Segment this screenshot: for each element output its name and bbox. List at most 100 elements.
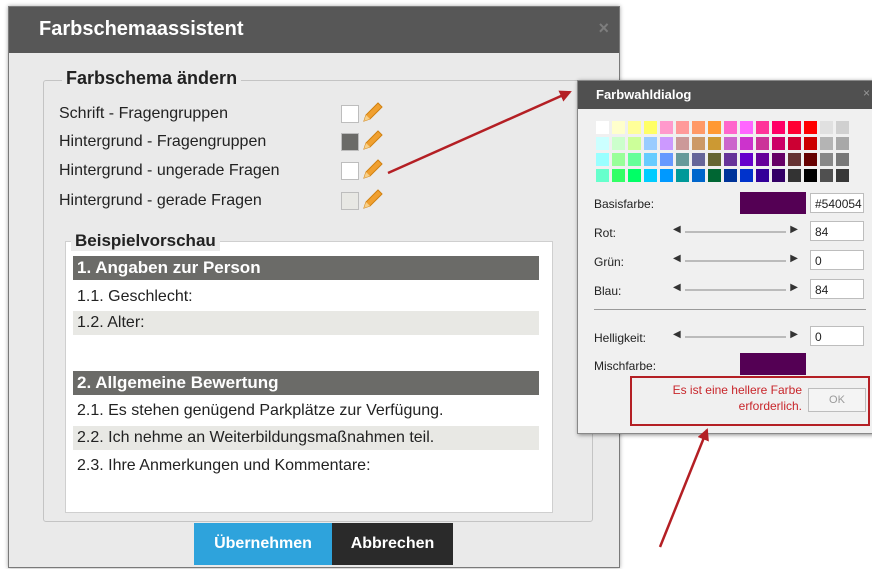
palette-cell[interactable]	[676, 153, 689, 166]
picker-titlebar[interactable]: Farbwahldialog ×	[578, 81, 872, 109]
palette-cell[interactable]	[612, 121, 625, 134]
pencil-icon[interactable]	[361, 187, 385, 211]
red-value-field[interactable]: 84	[810, 221, 864, 241]
palette-cell[interactable]	[724, 169, 737, 182]
base-color-swatch	[740, 192, 806, 214]
palette-cell[interactable]	[804, 153, 817, 166]
palette-cell[interactable]	[836, 153, 849, 166]
arrow-right-icon[interactable]: ▶	[790, 282, 798, 293]
palette-cell[interactable]	[788, 121, 801, 134]
palette-cell[interactable]	[628, 153, 641, 166]
palette-cell[interactable]	[644, 153, 657, 166]
palette-cell[interactable]	[644, 121, 657, 134]
arrow-left-icon[interactable]: ◀	[673, 329, 681, 340]
apply-button[interactable]: Übernehmen	[194, 523, 332, 565]
blue-slider[interactable]: ◀ ▶	[673, 279, 798, 299]
palette-cell[interactable]	[644, 169, 657, 182]
palette-cell[interactable]	[596, 153, 609, 166]
palette-cell[interactable]	[772, 169, 785, 182]
palette-cell[interactable]	[660, 153, 673, 166]
arrow-left-icon[interactable]: ◀	[673, 253, 681, 264]
palette-cell[interactable]	[612, 153, 625, 166]
color-swatch-bg-even[interactable]	[341, 192, 359, 210]
palette-cell[interactable]	[772, 153, 785, 166]
arrow-right-icon[interactable]: ▶	[790, 224, 798, 235]
palette-cell[interactable]	[836, 169, 849, 182]
palette-cell[interactable]	[756, 121, 769, 134]
color-swatch-font-groups[interactable]	[341, 105, 359, 123]
pencil-icon[interactable]	[361, 128, 385, 152]
palette-cell[interactable]	[692, 137, 705, 150]
palette-cell[interactable]	[692, 169, 705, 182]
cancel-button[interactable]: Abbrechen	[332, 523, 453, 565]
arrow-left-icon[interactable]: ◀	[673, 224, 681, 235]
arrow-left-icon[interactable]: ◀	[673, 282, 681, 293]
arrow-right-icon[interactable]: ▶	[790, 253, 798, 264]
palette-cell[interactable]	[772, 121, 785, 134]
palette-cell[interactable]	[836, 137, 849, 150]
palette-cell[interactable]	[628, 137, 641, 150]
palette-cell[interactable]	[804, 169, 817, 182]
brightness-value-field[interactable]: 0	[810, 326, 864, 346]
palette-cell[interactable]	[660, 121, 673, 134]
palette-cell[interactable]	[756, 153, 769, 166]
palette-cell[interactable]	[596, 137, 609, 150]
palette-cell[interactable]	[756, 169, 769, 182]
close-icon[interactable]: ×	[598, 18, 609, 39]
palette-cell[interactable]	[788, 153, 801, 166]
red-slider[interactable]: ◀ ▶	[673, 221, 798, 241]
palette-cell[interactable]	[708, 153, 721, 166]
palette-cell[interactable]	[820, 121, 833, 134]
palette-cell[interactable]	[644, 137, 657, 150]
palette-cell[interactable]	[788, 169, 801, 182]
dialog-titlebar[interactable]: Farbschemaassistent ×	[9, 7, 619, 53]
palette-cell[interactable]	[756, 137, 769, 150]
blue-value-field[interactable]: 84	[810, 279, 864, 299]
palette-cell[interactable]	[708, 121, 721, 134]
palette-cell[interactable]	[596, 169, 609, 182]
palette-cell[interactable]	[740, 121, 753, 134]
palette-cell[interactable]	[660, 169, 673, 182]
palette-cell[interactable]	[724, 153, 737, 166]
palette-cell[interactable]	[692, 121, 705, 134]
palette-cell[interactable]	[740, 137, 753, 150]
palette-cell[interactable]	[596, 121, 609, 134]
palette-cell[interactable]	[660, 137, 673, 150]
palette-cell[interactable]	[676, 137, 689, 150]
palette-cell[interactable]	[740, 169, 753, 182]
palette-cell[interactable]	[740, 153, 753, 166]
palette-cell[interactable]	[820, 153, 833, 166]
palette-cell[interactable]	[836, 121, 849, 134]
option-label-bg-odd: Hintergrund - ungerade Fragen	[59, 162, 280, 179]
palette-cell[interactable]	[628, 169, 641, 182]
palette-cell[interactable]	[772, 137, 785, 150]
palette-cell[interactable]	[804, 137, 817, 150]
palette-cell[interactable]	[724, 137, 737, 150]
palette-cell[interactable]	[692, 153, 705, 166]
close-icon[interactable]: ×	[863, 86, 870, 100]
brightness-slider[interactable]: ◀ ▶	[673, 326, 798, 346]
arrow-right-icon[interactable]: ▶	[790, 329, 798, 340]
palette-cell[interactable]	[820, 137, 833, 150]
pencil-icon[interactable]	[361, 157, 385, 181]
palette-cell[interactable]	[628, 121, 641, 134]
palette-cell[interactable]	[612, 169, 625, 182]
preview-question-row: 2.1. Es stehen genügend Parkplätze zur V…	[73, 399, 539, 423]
palette-cell[interactable]	[676, 121, 689, 134]
palette-cell[interactable]	[708, 137, 721, 150]
green-value-field[interactable]: 0	[810, 250, 864, 270]
palette-cell[interactable]	[612, 137, 625, 150]
pencil-icon[interactable]	[361, 100, 385, 124]
palette-cell[interactable]	[820, 169, 833, 182]
palette-cell[interactable]	[708, 169, 721, 182]
color-swatch-bg-groups[interactable]	[341, 133, 359, 151]
palette-cell[interactable]	[676, 169, 689, 182]
green-slider[interactable]: ◀ ▶	[673, 250, 798, 270]
preview-group-row: 2. Allgemeine Bewertung	[73, 371, 539, 395]
picker-ok-button[interactable]: OK	[808, 388, 866, 412]
color-swatch-bg-odd[interactable]	[341, 162, 359, 180]
palette-cell[interactable]	[788, 137, 801, 150]
palette-cell[interactable]	[724, 121, 737, 134]
base-color-hex-field[interactable]: #540054	[810, 193, 864, 213]
palette-cell[interactable]	[804, 121, 817, 134]
